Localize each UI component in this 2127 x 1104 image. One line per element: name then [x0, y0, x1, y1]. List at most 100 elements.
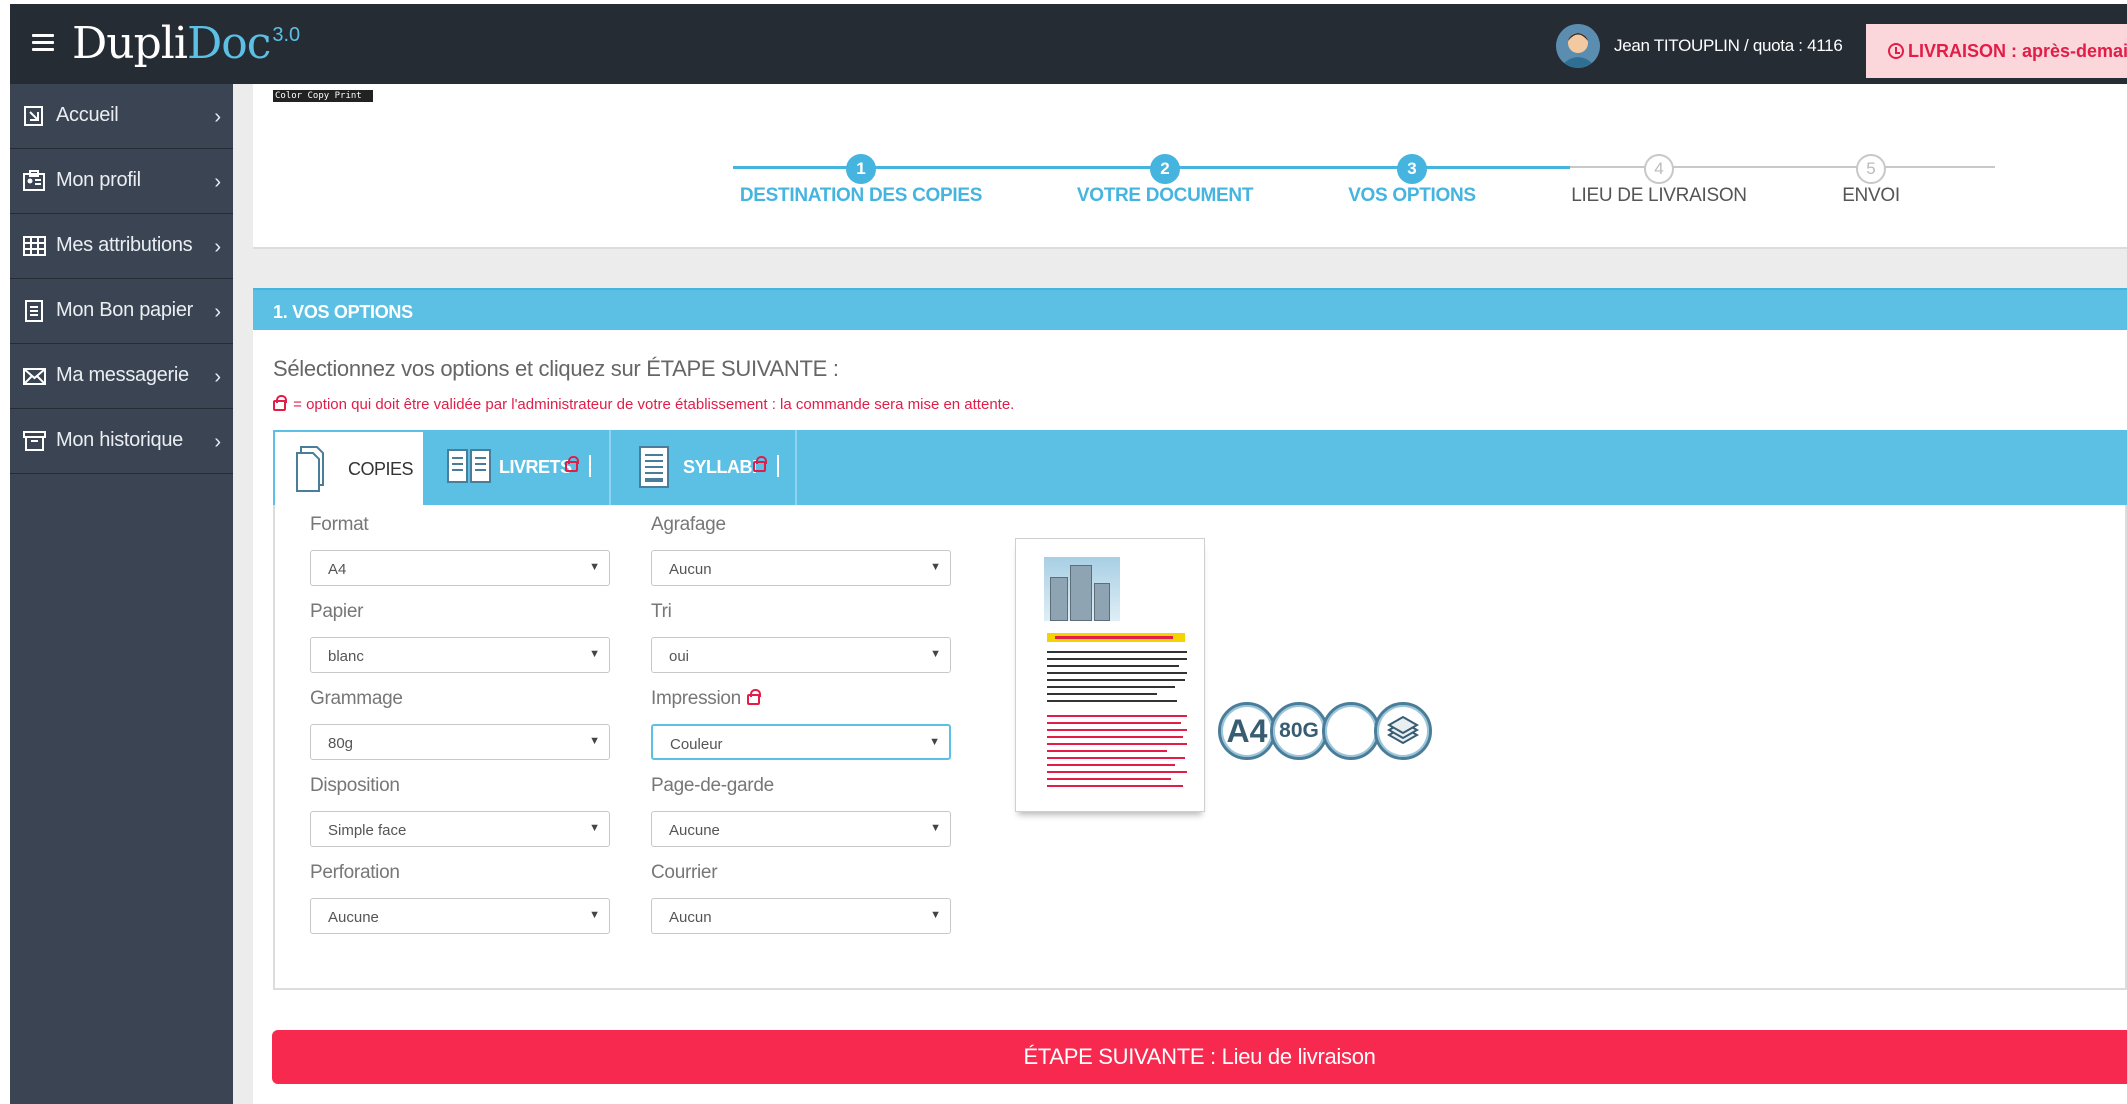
menu-toggle-icon[interactable]: [32, 34, 54, 51]
tab-label: LIVRETS: [499, 457, 572, 477]
field-label: Papier: [310, 601, 364, 622]
select-value: 80g: [328, 735, 354, 752]
next-step-button[interactable]: ÉTAPE SUIVANTE : Lieu de livraison: [272, 1030, 2127, 1084]
courrier-field: Courrier Aucun ▼: [651, 862, 951, 934]
lock-warning: = option qui doit être validée par l'adm…: [273, 395, 1014, 413]
preview-text-line: [1047, 693, 1157, 695]
preview-text-line: [1047, 715, 1187, 717]
grammage-field: Grammage 80g ▼: [310, 688, 610, 760]
clock-icon: [1888, 43, 1904, 59]
papier-select[interactable]: blanc ▼: [310, 637, 610, 673]
sidebar-item-messagerie[interactable]: Ma messagerie ›: [10, 344, 233, 409]
preview-text-line: [1047, 778, 1171, 780]
document-icon: [25, 300, 43, 322]
stepper-line-todo: [1570, 166, 1995, 168]
chevron-right-icon: ›: [214, 171, 221, 193]
preview-text-line: [1047, 771, 1187, 773]
chevron-right-icon: ›: [214, 301, 221, 323]
field-label: Page-de-garde: [651, 775, 774, 796]
field-label: Disposition: [310, 775, 400, 796]
stack-icon: [1386, 715, 1420, 745]
app-logo[interactable]: DupliDoc 3.0: [72, 18, 300, 69]
preview-building: [1070, 565, 1092, 621]
logo-version: 3.0: [272, 24, 301, 46]
tri-select[interactable]: oui ▼: [651, 637, 951, 673]
option-badges: A4 80G: [1218, 702, 1432, 766]
preview-text-line: [1047, 658, 1187, 660]
disposition-select[interactable]: Simple face ▼: [310, 811, 610, 847]
profile-icon: [23, 170, 45, 191]
preview-text-line: [1047, 722, 1181, 724]
chevron-right-icon: ›: [214, 366, 221, 388]
sidebar-item-label: Accueil: [56, 104, 119, 126]
sidebar-item-attributions[interactable]: Mes attributions ›: [10, 214, 233, 279]
select-value: Aucune: [328, 909, 379, 926]
preview-text-line: [1047, 757, 1185, 759]
format-select[interactable]: A4 ▼: [310, 550, 610, 586]
perforation-select[interactable]: Aucune ▼: [310, 898, 610, 934]
page-de-garde-select[interactable]: Aucune ▼: [651, 811, 951, 847]
sidebar-item-label: Mes attributions: [56, 234, 193, 256]
tab-livrets[interactable]: LIVRETS: [425, 430, 611, 505]
step-number: 1: [846, 154, 876, 184]
field-label: Format: [310, 514, 369, 535]
courrier-select[interactable]: Aucun ▼: [651, 898, 951, 934]
lock-icon: [273, 395, 287, 411]
delivery-badge[interactable]: LIVRAISON : après-demain: [1866, 24, 2127, 78]
field-label: Agrafage: [651, 514, 726, 535]
preview-text-line: [1047, 700, 1177, 702]
dropdown-arrow-icon: ▼: [589, 909, 600, 921]
impression-select[interactable]: Couleur ▼: [651, 724, 951, 760]
select-value: Simple face: [328, 822, 407, 839]
preview-building: [1050, 577, 1068, 621]
preview-image: [1044, 557, 1120, 621]
step-label: DESTINATION DES COPIES: [739, 185, 983, 206]
agrafage-select[interactable]: Aucun ▼: [651, 550, 951, 586]
options-header: 1. VOS OPTIONS: [253, 288, 2127, 330]
dropdown-arrow-icon: ▼: [930, 648, 941, 660]
select-value: Aucune: [669, 822, 720, 839]
main-content: Color Copy Print 1 DESTINATION DES COPIE…: [233, 84, 2127, 1104]
options-instruction: Sélectionnez vos options et cliquez sur …: [273, 356, 839, 381]
dropdown-arrow-icon: ▼: [930, 561, 941, 573]
dropdown-arrow-icon: ▼: [589, 735, 600, 747]
agrafage-field: Agrafage Aucun ▼: [651, 514, 951, 586]
sidebar-item-historique[interactable]: Mon historique ›: [10, 409, 233, 474]
field-label: Courrier: [651, 862, 718, 883]
user-quota[interactable]: Jean TITOUPLIN / quota : 4116: [1614, 36, 1843, 56]
dropdown-arrow-icon: ▼: [589, 822, 600, 834]
lock-icon: [565, 456, 579, 472]
step-label: VOS OPTIONS: [1348, 185, 1476, 206]
preview-text-line: [1047, 785, 1183, 787]
sidebar-item-bon-papier[interactable]: Mon Bon papier ›: [10, 279, 233, 344]
sidebar-item-accueil[interactable]: Accueil ›: [10, 84, 233, 149]
tab-copies[interactable]: COPIES: [273, 430, 425, 505]
select-value: A4: [328, 561, 347, 578]
sidebar-item-label: Mon Bon papier: [56, 299, 194, 321]
sidebar: Accueil › Mon profil › Mes attributions …: [10, 84, 233, 1104]
dropdown-arrow-icon: ▼: [930, 822, 941, 834]
field-label: Grammage: [310, 688, 403, 709]
delivery-label: LIVRAISON : après-demain: [1908, 41, 2127, 61]
step-number: 5: [1856, 154, 1886, 184]
step-number: 2: [1150, 154, 1180, 184]
grammage-select[interactable]: 80g ▼: [310, 724, 610, 760]
table-icon: [23, 236, 46, 256]
tab-separator: [795, 430, 797, 505]
perforation-field: Perforation Aucune ▼: [310, 862, 610, 934]
top-bar: DupliDoc 3.0 Jean TITOUPLIN / quota : 411…: [10, 4, 2127, 84]
select-value: Aucun: [669, 561, 712, 578]
tab-syllabi[interactable]: SYLLABI: [611, 430, 797, 505]
booklet-icon: [447, 449, 491, 483]
select-value: oui: [669, 648, 690, 665]
select-value: Couleur: [670, 736, 723, 753]
stepper-card: Color Copy Print 1 DESTINATION DES COPIE…: [253, 84, 2127, 249]
home-icon: [24, 106, 43, 126]
user-avatar[interactable]: [1556, 24, 1600, 68]
dropdown-arrow-icon: ▼: [929, 736, 940, 748]
tab-label: SYLLABI: [683, 457, 757, 477]
field-label: Impression: [651, 688, 951, 710]
step-number: 4: [1644, 154, 1674, 184]
badge-sorting: [1374, 702, 1432, 760]
sidebar-item-profil[interactable]: Mon profil ›: [10, 149, 233, 214]
